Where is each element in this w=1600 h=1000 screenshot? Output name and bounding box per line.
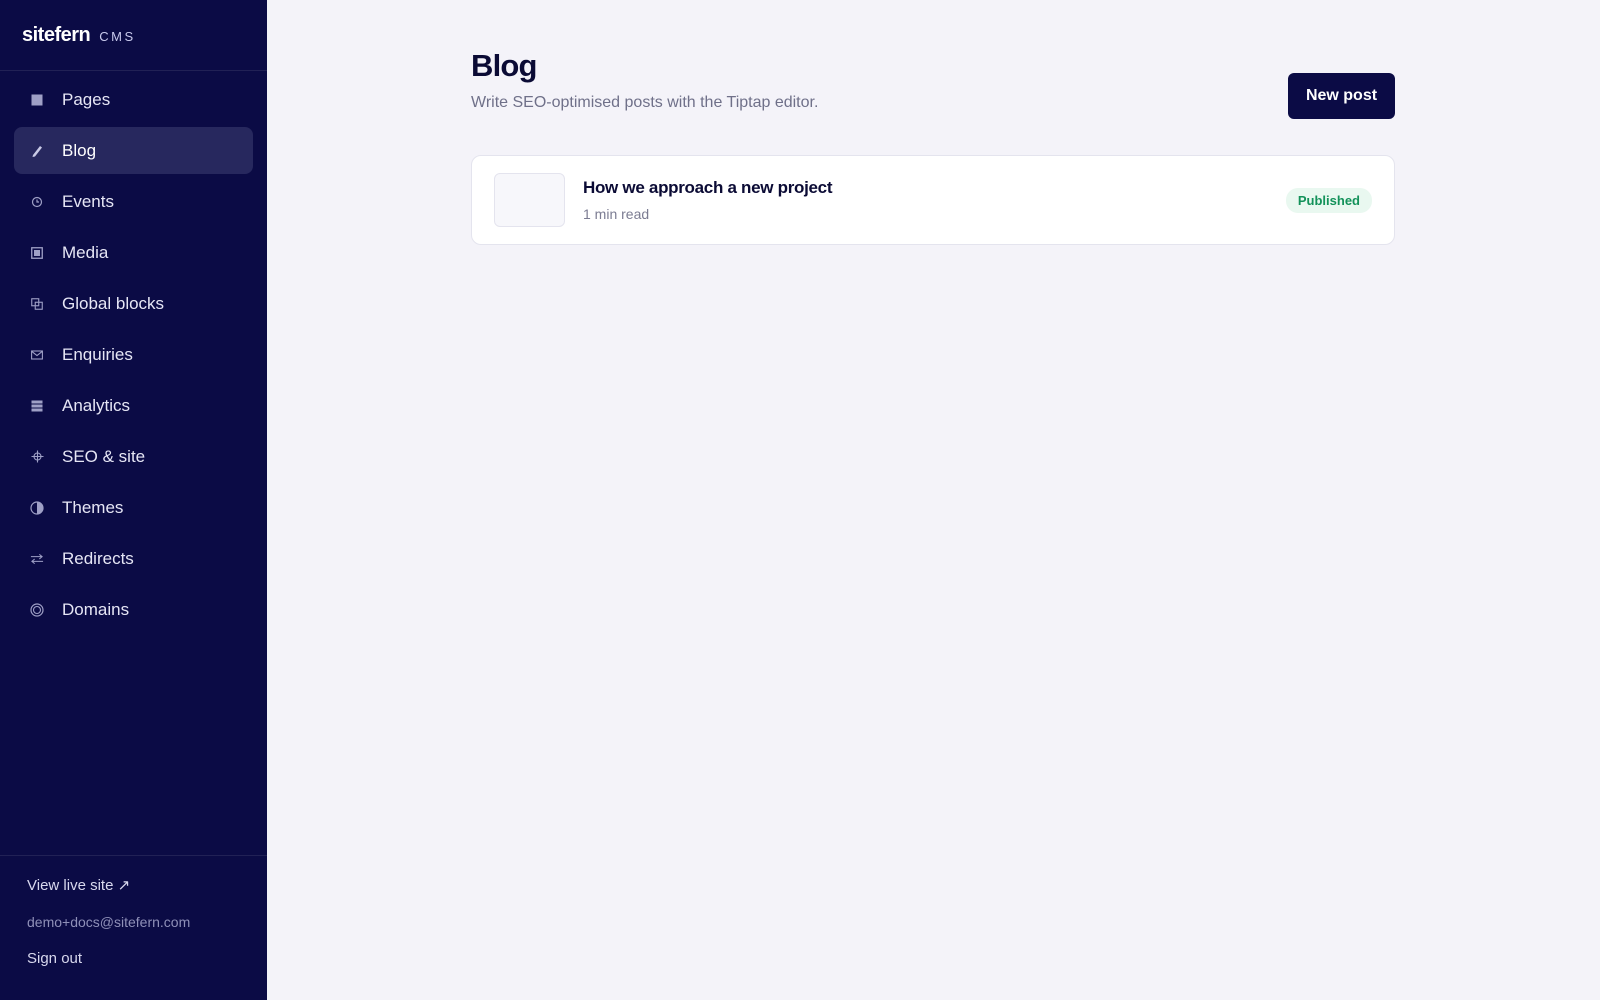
sidebar-footer: View live site ↗ demo+docs@sitefern.com …	[0, 855, 267, 1000]
sidebar-item-label: Redirects	[62, 548, 134, 568]
main-content: Blog Write SEO-optimised posts with the …	[267, 0, 1600, 1000]
crosshair-icon	[30, 450, 44, 464]
new-post-button[interactable]: New post	[1288, 73, 1395, 119]
sidebar-item-global-blocks[interactable]: Global blocks	[14, 280, 253, 327]
post-title[interactable]: How we approach a new project	[583, 178, 1286, 198]
sidebar-item-label: Pages	[62, 89, 111, 109]
analytics-icon	[30, 399, 44, 413]
sidebar-item-label: Events	[62, 191, 114, 211]
page-subtitle: Write SEO-optimised posts with the Tipta…	[471, 94, 819, 111]
sidebar-item-blog[interactable]: Blog	[14, 127, 253, 174]
sidebar-item-enquiries[interactable]: Enquiries	[14, 331, 253, 378]
post-text: How we approach a new project 1 min read	[583, 178, 1286, 222]
sidebar-item-domains[interactable]: Domains	[14, 586, 253, 633]
sidebar-item-analytics[interactable]: Analytics	[14, 382, 253, 429]
app-root: sitefern CMS Pages Blog Events Media Glo…	[0, 0, 1600, 1000]
post-list: How we approach a new project 1 min read…	[471, 155, 1395, 245]
copy-icon	[30, 297, 44, 311]
sidebar-item-label: Enquiries	[62, 344, 133, 364]
sidebar-item-label: Analytics	[62, 395, 131, 415]
sidebar-item-redirects[interactable]: Redirects	[14, 535, 253, 582]
sidebar-item-label: Domains	[62, 599, 130, 619]
sidebar-item-events[interactable]: Events	[14, 178, 253, 225]
sidebar-item-label: Blog	[62, 140, 97, 160]
globe-icon	[30, 602, 44, 617]
half-circle-icon	[30, 500, 44, 515]
page-title: Blog	[471, 48, 537, 83]
sign-out-button[interactable]: Sign out	[27, 950, 240, 967]
pencil-icon	[30, 144, 44, 158]
sidebar-item-pages[interactable]: Pages	[14, 76, 253, 123]
brand-tag: CMS	[99, 28, 136, 44]
pages-icon	[30, 93, 44, 107]
user-email: demo+docs@sitefern.com	[27, 914, 191, 930]
list-item[interactable]: How we approach a new project 1 min read…	[471, 155, 1395, 245]
sidebar-item-label: Global blocks	[62, 293, 165, 313]
clock-icon	[30, 195, 44, 209]
page-header: Blog Write SEO-optimised posts with the …	[471, 48, 818, 112]
brand-logo[interactable]: sitefern	[22, 24, 91, 47]
sidebar-item-media[interactable]: Media	[14, 229, 253, 276]
sidebar-item-seo-site[interactable]: SEO & site	[14, 433, 253, 480]
sidebar-item-themes[interactable]: Themes	[14, 484, 253, 531]
brand: sitefern CMS	[0, 0, 267, 71]
image-icon	[30, 246, 44, 260]
post-thumbnail	[494, 173, 565, 227]
post-read-time: 1 min read	[583, 206, 650, 222]
sidebar-item-label: Themes	[62, 497, 124, 517]
sidebar-item-label: SEO & site	[62, 446, 146, 466]
sidebar: sitefern CMS Pages Blog Events Media Glo…	[0, 0, 267, 1000]
sidebar-item-label: Media	[62, 242, 109, 262]
envelope-icon	[30, 348, 44, 362]
sidebar-nav: Pages Blog Events Media Global blocks En…	[0, 71, 267, 855]
arrows-icon	[30, 552, 44, 566]
status-badge: Published	[1285, 187, 1372, 213]
view-live-site-link[interactable]: View live site ↗	[27, 876, 240, 894]
